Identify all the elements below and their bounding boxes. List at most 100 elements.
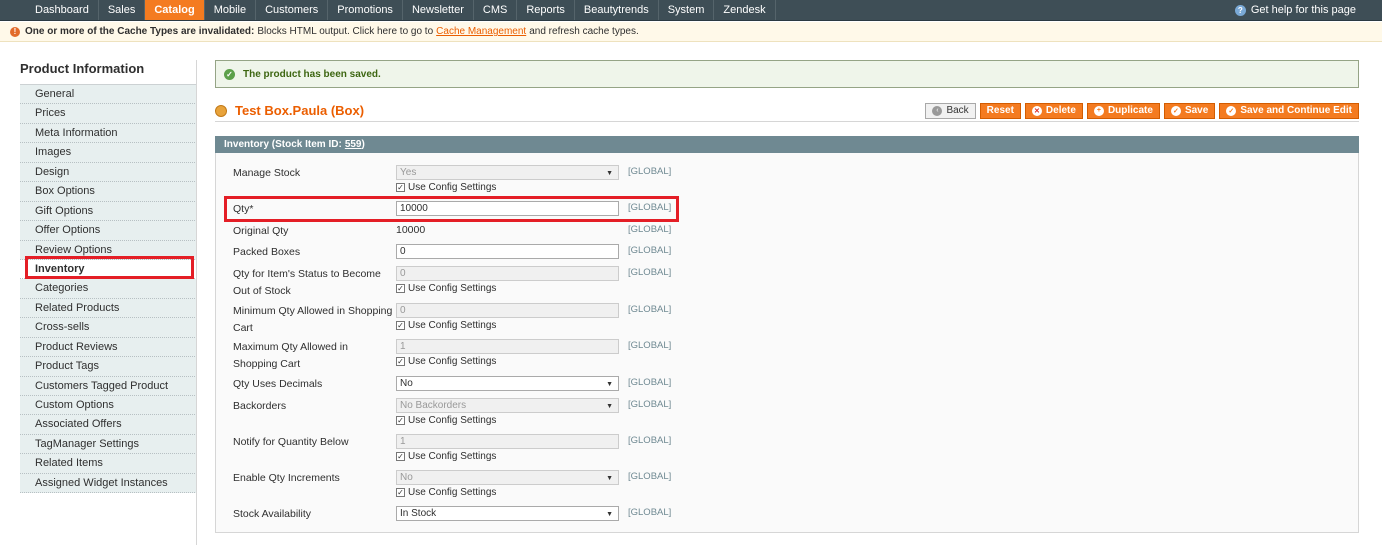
sidebar-item-box-options[interactable]: Box Options (20, 182, 197, 202)
sidebar-title: Product Information (20, 61, 145, 76)
plus-icon: + (1093, 105, 1104, 116)
backorders-label: Backorders (233, 400, 287, 412)
notify-input[interactable]: 1 (396, 434, 619, 449)
sidebar-item-associated-offers[interactable]: Associated Offers (20, 415, 197, 435)
scope-label: [GLOBAL] (628, 471, 672, 482)
nav-item-reports[interactable]: Reports (517, 0, 575, 20)
backorders-select[interactable]: No Backorders (396, 398, 619, 413)
scope-label: [GLOBAL] (628, 377, 672, 388)
availability-select[interactable]: In Stock (396, 506, 619, 521)
cache-management-link[interactable]: Cache Management (436, 26, 526, 37)
sidebar-list: General Prices Meta Information Images Desig… (20, 84, 197, 494)
success-text: The product has been saved. (243, 68, 381, 80)
reset-label: Reset (986, 105, 1014, 116)
help-link[interactable]: ? Get help for this page (1234, 4, 1356, 16)
qty-field-highlight (224, 196, 679, 222)
availability-label: Stock Availability (233, 508, 312, 520)
stock-item-id-link[interactable]: 559 (345, 139, 362, 150)
save-continue-button[interactable]: ✓ Save and Continue Edit (1219, 102, 1359, 119)
nav-item-zendesk[interactable]: Zendesk (714, 0, 776, 20)
inventory-tab-highlight (25, 256, 194, 279)
save-button[interactable]: ✓ Save (1163, 102, 1216, 119)
nav-item-mobile[interactable]: Mobile (205, 0, 257, 20)
product-header: Test Box.Paula (Box) ‹ Back Reset ✕ Delete… (215, 100, 1359, 122)
nav-item-system[interactable]: System (659, 0, 715, 20)
save-continue-label: Save and Continue Edit (1240, 105, 1352, 116)
sidebar-item-product-tags[interactable]: Product Tags (20, 357, 197, 377)
sidebar-item-meta-information[interactable]: Meta Information (20, 123, 197, 144)
sidebar-item-prices[interactable]: Prices (20, 104, 197, 124)
min-qty-label-2: Cart (233, 322, 253, 334)
packed-boxes-input[interactable]: 0 (396, 244, 619, 259)
reset-button[interactable]: Reset (979, 102, 1021, 119)
config-label: Use Config Settings (408, 487, 497, 498)
sidebar-item-related-items[interactable]: Related Items (20, 454, 197, 474)
nav-item-promotions[interactable]: Promotions (328, 0, 403, 20)
packed-boxes-label: Packed Boxes (233, 246, 301, 258)
nav-item-beautytrends[interactable]: Beautytrends (575, 0, 659, 20)
nav-item-newsletter[interactable]: Newsletter (403, 0, 474, 20)
config-label: Use Config Settings (408, 320, 497, 331)
notify-config-checkbox[interactable]: ✓ (396, 452, 405, 461)
notice-bold: One or more of the Cache Types are inval… (25, 26, 255, 37)
config-label: Use Config Settings (408, 182, 497, 193)
increments-config-checkbox[interactable]: ✓ (396, 488, 405, 497)
scope-label: [GLOBAL] (628, 267, 672, 278)
page-title: Test Box.Paula (Box) (235, 103, 365, 118)
success-message: ✓ The product has been saved. (215, 60, 1359, 88)
sidebar-item-offer-options[interactable]: Offer Options (20, 221, 197, 241)
nav-item-dashboard[interactable]: Dashboard (26, 0, 99, 20)
min-qty-input[interactable]: 0 (396, 303, 619, 318)
config-label: Use Config Settings (408, 356, 497, 367)
sidebar-item-gift-options[interactable]: Gift Options (20, 201, 197, 222)
backorders-config-checkbox[interactable]: ✓ (396, 416, 405, 425)
notice-text: Blocks HTML output. Click here to go to (257, 26, 434, 37)
manage-stock-select[interactable]: Yes (396, 165, 619, 180)
config-label: Use Config Settings (408, 283, 497, 294)
sidebar-item-custom-options[interactable]: Custom Options (20, 396, 197, 416)
top-navigation: Dashboard Sales Catalog Mobile Customers Prom… (0, 0, 1382, 21)
nav-item-cms[interactable]: CMS (474, 0, 518, 20)
config-label: Use Config Settings (408, 451, 497, 462)
notify-label: Notify for Quantity Below (233, 436, 349, 448)
scope-label: [GLOBAL] (628, 435, 672, 446)
warning-icon: ! (10, 26, 20, 37)
delete-button[interactable]: ✕ Delete (1024, 102, 1083, 119)
delete-icon: ✕ (1031, 105, 1042, 116)
sidebar-item-design[interactable]: Design (20, 162, 197, 183)
decimals-select[interactable]: No (396, 376, 619, 391)
scope-label: [GLOBAL] (628, 245, 672, 256)
out-of-stock-config-checkbox[interactable]: ✓ (396, 284, 405, 293)
action-buttons: ‹ Back Reset ✕ Delete + Duplicate ✓ Save ✓ Sa… (925, 102, 1359, 119)
nav-item-catalog[interactable]: Catalog (145, 0, 205, 20)
sidebar-item-categories[interactable]: Categories (20, 279, 197, 299)
back-button[interactable]: ‹ Back (925, 102, 976, 119)
sidebar-item-images[interactable]: Images (20, 143, 197, 163)
nav-item-customers[interactable]: Customers (256, 0, 329, 20)
scope-label: [GLOBAL] (628, 507, 672, 518)
increments-label: Enable Qty Increments (233, 472, 340, 484)
sidebar-item-product-reviews[interactable]: Product Reviews (20, 337, 197, 358)
max-qty-config-checkbox[interactable]: ✓ (396, 357, 405, 366)
min-qty-label-1: Minimum Qty Allowed in Shopping (233, 305, 393, 317)
help-label: Get help for this page (1250, 4, 1356, 16)
sidebar-divider (196, 60, 197, 545)
sidebar-item-general[interactable]: General (20, 85, 197, 105)
max-qty-input[interactable]: 1 (396, 339, 619, 354)
out-of-stock-input[interactable]: 0 (396, 266, 619, 281)
scope-label: [GLOBAL] (628, 166, 672, 177)
save-label: Save (1184, 105, 1209, 116)
increments-select[interactable]: No (396, 470, 619, 485)
sidebar-item-customers-tagged-product[interactable]: Customers Tagged Product (20, 376, 197, 396)
min-qty-config-checkbox[interactable]: ✓ (396, 321, 405, 330)
duplicate-button[interactable]: + Duplicate (1086, 102, 1160, 119)
notice-text-end: and refresh cache types. (529, 26, 639, 37)
nav-item-sales[interactable]: Sales (99, 0, 146, 20)
nav-menu: Dashboard Sales Catalog Mobile Customers Prom… (0, 0, 776, 20)
sidebar-item-tagmanager-settings[interactable]: TagManager Settings (20, 434, 197, 455)
check-icon: ✓ (1170, 105, 1181, 116)
sidebar-item-related-products[interactable]: Related Products (20, 298, 197, 319)
manage-stock-config-checkbox[interactable]: ✓ (396, 183, 405, 192)
sidebar-item-cross-sells[interactable]: Cross-sells (20, 318, 197, 338)
sidebar-item-assigned-widget-instances[interactable]: Assigned Widget Instances (20, 473, 197, 494)
